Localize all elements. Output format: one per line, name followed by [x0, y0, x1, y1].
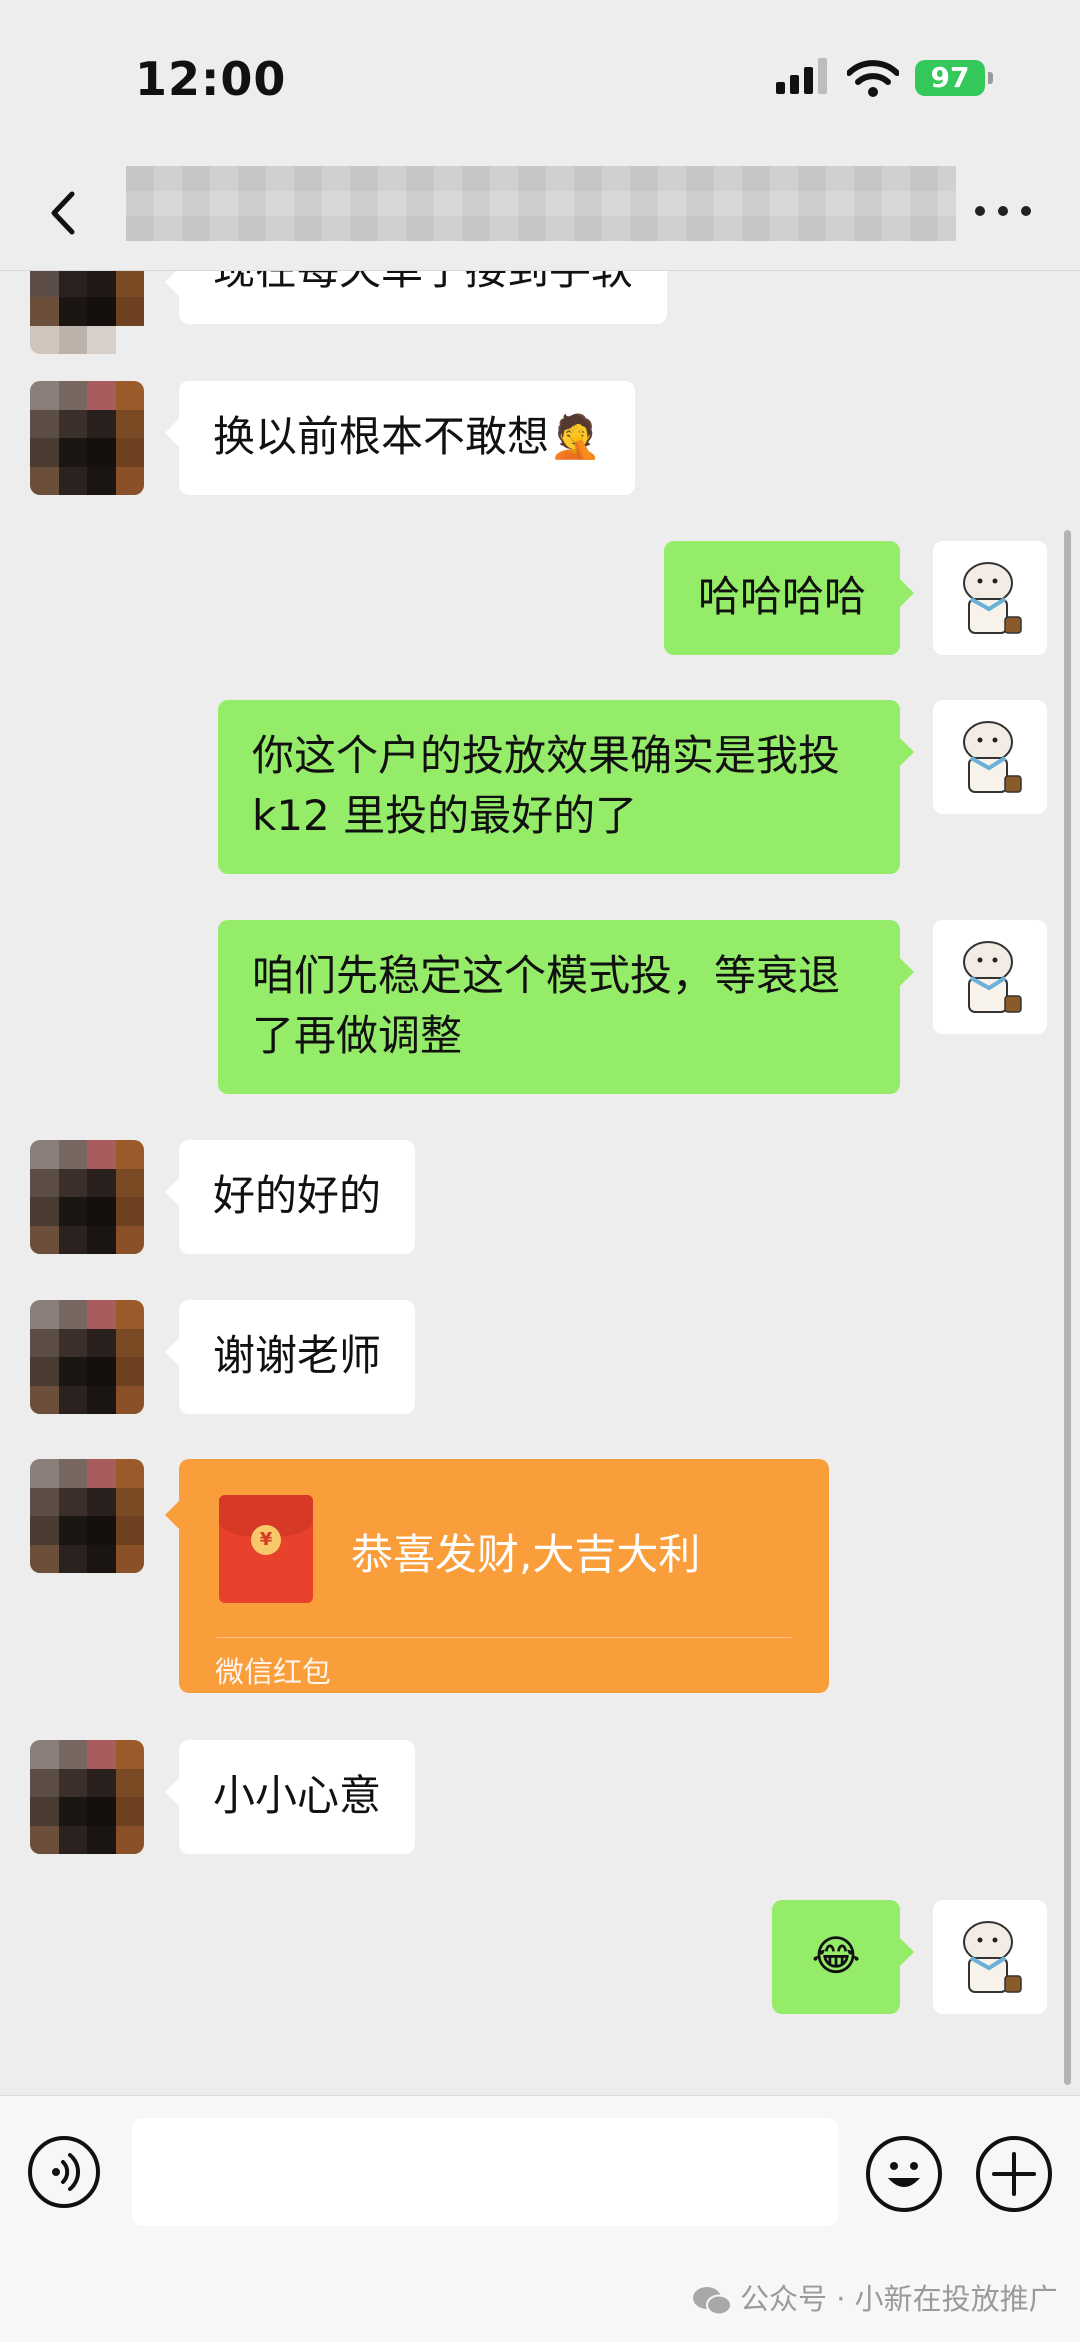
self-avatar[interactable]	[933, 920, 1047, 1034]
more-icon[interactable]	[975, 200, 1035, 220]
message-list[interactable]: 现在每天单子接到手软 换以前根本不敢想🤦	[0, 270, 1080, 2095]
message-bubble[interactable]: 😂	[772, 1900, 914, 2014]
message-text: 现在每天单子接到手软	[213, 270, 633, 294]
message-text: 咱们先稳定这个模式投，等衰退了再做调整	[252, 951, 841, 1060]
input-toolbar: 公众号 · 小新在投放推广	[0, 2095, 1080, 2342]
back-icon[interactable]	[40, 188, 90, 238]
red-packet-greeting: 恭喜发财,大吉大利	[351, 1530, 701, 1579]
watermark-text: 公众号 · 小新在投放推广	[740, 2282, 1058, 2316]
scrollbar[interactable]	[1064, 530, 1071, 2085]
message-bubble[interactable]: 咱们先稳定这个模式投，等衰退了再做调整	[218, 920, 914, 1094]
cartoon-avatar-icon	[933, 541, 1047, 655]
cartoon-avatar-icon	[933, 1900, 1047, 2014]
message-input[interactable]	[132, 2118, 838, 2226]
contact-avatar[interactable]	[30, 1459, 144, 1573]
red-packet-icon: ¥	[219, 1495, 313, 1603]
contact-avatar[interactable]	[30, 381, 144, 495]
cartoon-avatar-icon	[933, 920, 1047, 1034]
wechat-icon	[693, 2287, 732, 2316]
plus-icon[interactable]	[976, 2136, 1052, 2212]
message-text: 谢谢老师	[213, 1331, 382, 1380]
red-packet-divider	[215, 1637, 793, 1638]
message-bubble[interactable]: 谢谢老师	[164, 1300, 416, 1414]
message-text: 好的好的	[213, 1171, 382, 1220]
message-text: 😂	[811, 1931, 861, 1980]
battery-tip	[988, 72, 993, 84]
self-avatar[interactable]	[933, 700, 1047, 814]
coin-icon: ¥	[251, 1525, 281, 1555]
message-bubble[interactable]: 你这个户的投放效果确实是我投 k12 里投的最好的了	[218, 700, 914, 874]
cellular-signal-icon	[776, 58, 827, 94]
message-text: 哈哈哈哈	[697, 572, 866, 621]
self-avatar[interactable]	[933, 1900, 1047, 2014]
chat-title-redacted	[126, 166, 956, 241]
red-packet-label: 微信红包	[215, 1655, 332, 1689]
battery-indicator: 97	[915, 60, 985, 96]
message-text: 换以前根本不敢想🤦	[213, 412, 602, 461]
self-avatar[interactable]	[933, 541, 1047, 655]
status-bar: 12:00 97	[0, 0, 1080, 150]
contact-avatar[interactable]	[30, 1300, 144, 1414]
message-bubble[interactable]: 好的好的	[164, 1140, 416, 1254]
status-time: 12:00	[135, 52, 287, 106]
message-bubble[interactable]: 现在每天单子接到手软	[164, 270, 668, 324]
voice-icon[interactable]	[28, 2136, 100, 2208]
message-bubble[interactable]: 小小心意	[164, 1740, 416, 1854]
contact-avatar[interactable]	[30, 270, 144, 354]
message-text: 小小心意	[213, 1771, 382, 1820]
emoji-icon[interactable]	[866, 2136, 942, 2212]
message-bubble[interactable]: 哈哈哈哈	[663, 541, 915, 655]
red-packet-message[interactable]: ¥ 恭喜发财,大吉大利 微信红包	[165, 1459, 829, 1693]
contact-avatar[interactable]	[30, 1740, 144, 1854]
contact-avatar[interactable]	[30, 1140, 144, 1254]
wifi-icon	[847, 60, 899, 97]
watermark: 公众号 · 小新在投放推广	[692, 2276, 1058, 2318]
message-bubble[interactable]: 换以前根本不敢想🤦	[164, 381, 636, 495]
message-text: 你这个户的投放效果确实是我投 k12 里投的最好的了	[252, 731, 841, 840]
chat-header	[0, 150, 1080, 271]
battery-level: 97	[930, 61, 970, 94]
cartoon-avatar-icon	[933, 700, 1047, 814]
